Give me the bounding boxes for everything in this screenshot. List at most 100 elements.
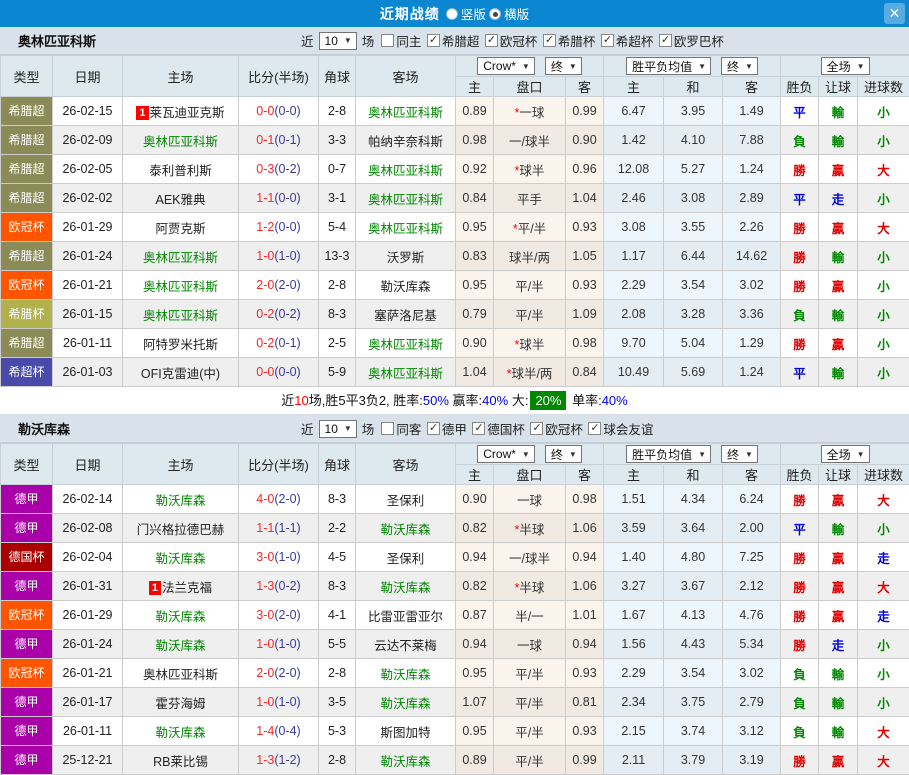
section-team-name: 勒沃库森: [0, 419, 300, 438]
match-date: 26-02-14: [53, 485, 123, 514]
home-team: 奥林匹亚科斯: [123, 300, 239, 329]
competition-badge: 希腊超: [1, 97, 52, 125]
league-filter-checkbox[interactable]: 球会友谊: [588, 419, 653, 438]
match-row: 德甲 26-01-31 1法兰克福 1-3(0-2) 8-3 勒沃库森 0.82…: [1, 572, 909, 601]
home-team: RB莱比锡: [123, 746, 239, 775]
odds-home-value: 0.84: [456, 184, 494, 213]
checkbox-icon: [659, 34, 672, 47]
corner-score: 5-3: [319, 717, 356, 746]
checkbox-icon: [601, 34, 614, 47]
avg-home-value: 2.29: [604, 271, 664, 300]
league-filter-checkbox[interactable]: 希腊超: [427, 31, 480, 50]
col-odds-away: 客: [566, 465, 604, 485]
handicap-line: 平/半: [494, 300, 566, 329]
checkbox-icon: [588, 422, 601, 435]
away-team: 奥林匹亚科斯: [356, 329, 456, 358]
corner-score: 3-5: [319, 688, 356, 717]
avg-home-value: 2.11: [604, 746, 664, 775]
avg-away-value: 1.29: [723, 329, 781, 358]
col-avg-away: 客: [723, 77, 781, 97]
corner-score: 2-8: [319, 97, 356, 126]
match-row: 希超杯 26-01-03 OFI克雷迪(中) 0-0(0-0) 5-9 奥林匹亚…: [1, 358, 909, 387]
col-odds-home: 主: [456, 77, 494, 97]
checkbox-icon: [472, 422, 485, 435]
match-score: 1-1(0-0): [239, 184, 319, 213]
result-handicap: 輸: [819, 242, 858, 271]
avg-home-value: 3.59: [604, 514, 664, 543]
avg-draw-value: 3.54: [664, 271, 723, 300]
away-team: 奥林匹亚科斯: [356, 184, 456, 213]
avg-away-value: 5.34: [723, 630, 781, 659]
away-team: 勒沃库森: [356, 688, 456, 717]
avg-type-select[interactable]: 胜平负均值▼: [626, 445, 711, 463]
result-goals: 小: [858, 358, 909, 387]
avg-away-value: 3.02: [723, 659, 781, 688]
home-team: 勒沃库森: [123, 543, 239, 572]
league-filter-checkbox[interactable]: 希腊杯: [543, 31, 596, 50]
league-filter-checkbox[interactable]: 德国杯: [472, 419, 525, 438]
scope-select[interactable]: 全场▼: [821, 445, 870, 463]
chevron-down-icon: ▼: [522, 62, 530, 71]
avg-type-select[interactable]: 胜平负均值▼: [626, 57, 711, 75]
league-filter-checkbox[interactable]: 德甲: [427, 419, 467, 438]
league-filter-checkbox[interactable]: 希超杯: [601, 31, 654, 50]
avg-stage-select[interactable]: 终▼: [721, 445, 758, 463]
chevron-down-icon: ▼: [344, 36, 352, 45]
odds-stage-select[interactable]: 终▼: [545, 57, 582, 75]
col-handicap: 让球: [819, 465, 858, 485]
col-away: 客场: [356, 444, 456, 485]
match-row: 希腊超 26-02-02 AEK雅典 1-1(0-0) 3-1 奥林匹亚科斯 0…: [1, 184, 909, 213]
close-button[interactable]: ✕: [884, 3, 905, 24]
games-count-select[interactable]: 10▼: [319, 420, 357, 438]
avg-home-value: 3.08: [604, 213, 664, 242]
corner-score: 2-5: [319, 329, 356, 358]
away-team: 塞萨洛尼基: [356, 300, 456, 329]
competition-badge: 德甲: [1, 485, 52, 513]
home-team: 门兴格拉德巴赫: [123, 514, 239, 543]
result-wdl: 勝: [781, 271, 819, 300]
result-wdl: 平: [781, 358, 819, 387]
avg-draw-value: 3.08: [664, 184, 723, 213]
competition-badge: 德甲: [1, 514, 52, 542]
layout-radio[interactable]: 横版: [489, 4, 529, 23]
layout-radio[interactable]: 竖版: [446, 4, 486, 23]
competition-badge: 希腊超: [1, 329, 52, 357]
bookmaker-select[interactable]: Crow*▼: [477, 57, 535, 75]
match-score: 1-4(0-4): [239, 717, 319, 746]
same-venue-checkbox[interactable]: 同主: [381, 31, 421, 50]
col-home: 主场: [123, 444, 239, 485]
games-count-select[interactable]: 10▼: [319, 32, 357, 50]
avg-stage-select[interactable]: 终▼: [721, 57, 758, 75]
league-filter-checkbox[interactable]: 欧冠杯: [530, 419, 583, 438]
col-avg-home: 主: [604, 465, 664, 485]
home-team: 勒沃库森: [123, 601, 239, 630]
odds-away-value: 0.93: [566, 271, 604, 300]
competition-badge: 德甲: [1, 717, 52, 745]
match-row: 希腊超 26-02-09 奥林匹亚科斯 0-1(0-1) 3-3 帕纳辛奈科斯 …: [1, 126, 909, 155]
odds-away-value: 0.99: [566, 97, 604, 126]
away-team: 斯图加特: [356, 717, 456, 746]
avg-home-value: 1.56: [604, 630, 664, 659]
league-filter-checkbox[interactable]: 欧罗巴杯: [659, 31, 724, 50]
handicap-line: *半球: [494, 514, 566, 543]
chevron-down-icon: ▼: [745, 62, 753, 71]
league-filter-checkbox[interactable]: 欧冠杯: [485, 31, 538, 50]
col-away: 客场: [356, 56, 456, 97]
odds-home-value: 0.90: [456, 485, 494, 514]
result-wdl: 勝: [781, 242, 819, 271]
away-team: 勒沃库森: [356, 271, 456, 300]
handicap-line: 平/半: [494, 659, 566, 688]
avg-selects-cell: 胜平负均值▼ 终▼: [604, 444, 781, 465]
avg-home-value: 1.42: [604, 126, 664, 155]
avg-away-value: 3.02: [723, 271, 781, 300]
col-odds-line: 盘口: [494, 77, 566, 97]
scope-select[interactable]: 全场▼: [821, 57, 870, 75]
match-date: 26-02-15: [53, 97, 123, 126]
odds-stage-select[interactable]: 终▼: [545, 445, 582, 463]
odds-away-value: 1.01: [566, 601, 604, 630]
odds-away-value: 0.93: [566, 659, 604, 688]
same-venue-checkbox[interactable]: 同客: [381, 419, 421, 438]
odds-away-value: 0.94: [566, 630, 604, 659]
col-date: 日期: [53, 444, 123, 485]
bookmaker-select[interactable]: Crow*▼: [477, 445, 535, 463]
